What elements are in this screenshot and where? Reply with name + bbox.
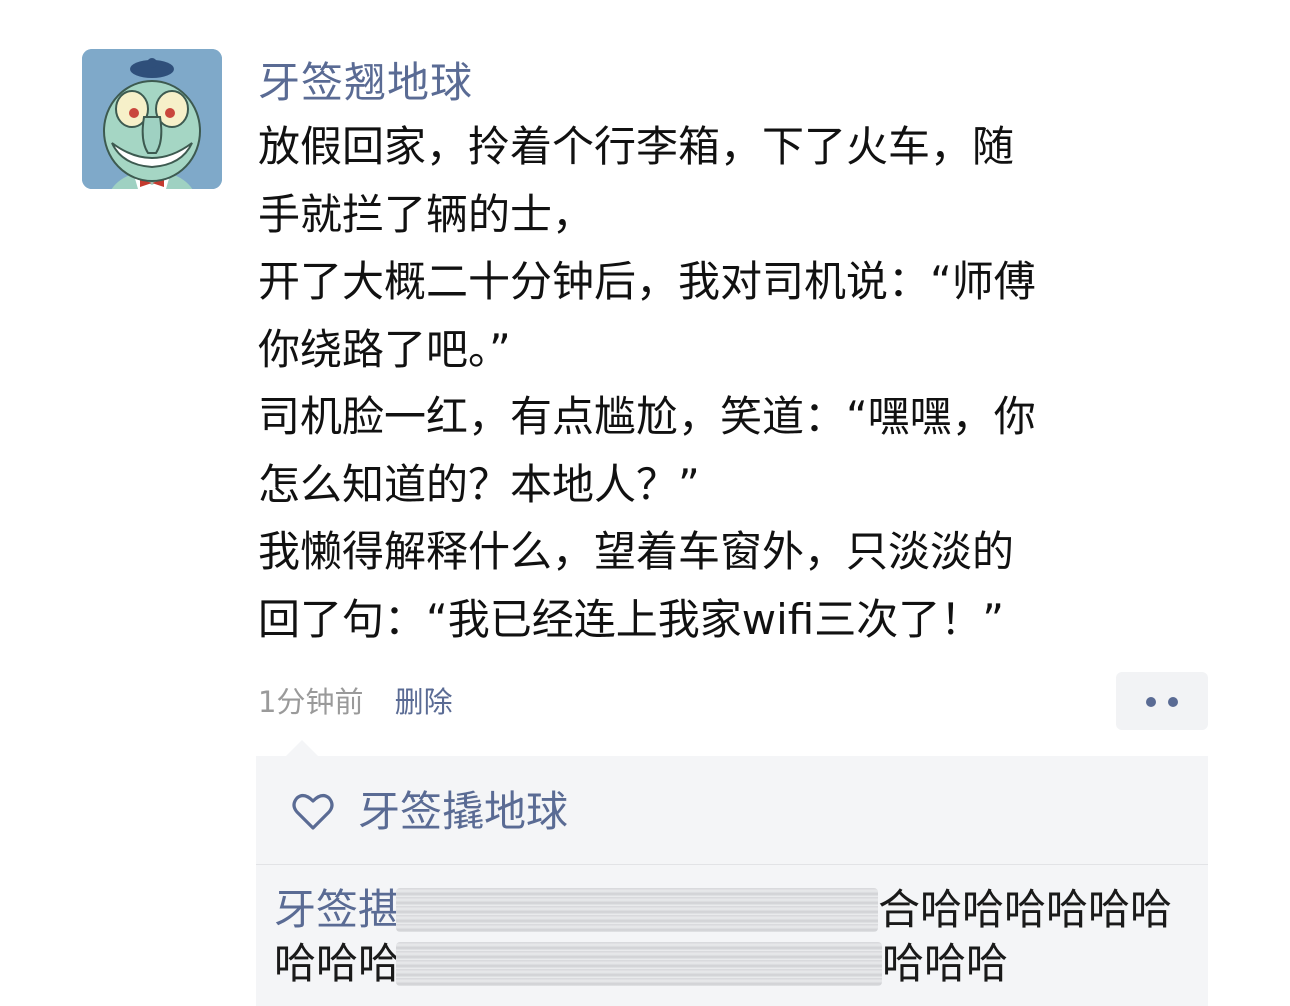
divider <box>256 864 1208 865</box>
more-dots-icon <box>1168 697 1178 707</box>
post-line: 怎么知道的？本地人？” <box>258 459 700 509</box>
comment-text: 哈哈哈 <box>882 939 1009 988</box>
comment-author[interactable]: 牙签揕 <box>274 884 400 936</box>
squidward-avatar-icon <box>82 49 222 189</box>
comment-panel-caret <box>286 740 318 756</box>
post-line: 手就拦了辆的士， <box>258 189 595 239</box>
post-time: 1分钟前 <box>258 685 364 719</box>
redacted-blur <box>396 888 878 932</box>
liker-name[interactable]: 牙签撬地球 <box>358 784 568 840</box>
post-username[interactable]: 牙签翘地球 <box>258 58 473 108</box>
more-button[interactable] <box>1116 672 1208 730</box>
redacted-blur <box>396 942 882 986</box>
comment-text: 合哈哈哈哈哈哈 <box>878 885 1173 934</box>
post-meta: 1分钟前 删除 <box>258 682 453 722</box>
heart-outline-icon <box>292 794 334 830</box>
post-line: 回了句：“我已经连上我家wifi三次了！” <box>258 594 1004 644</box>
avatar[interactable] <box>82 49 222 189</box>
post-line: 司机脸一红，有点尴尬，笑道：“嘿嘿，你 <box>258 392 1036 441</box>
post-line: 开了大概二十分钟后，我对司机说：“师傅 <box>258 257 1036 306</box>
more-dots-icon <box>1146 697 1156 707</box>
post-content: 放假回家，拎着个行李箱，下了火车，随 手就拦了辆的士， 开了大概二十分钟后，我对… <box>258 113 1128 653</box>
post-line: 你绕路了吧。” <box>258 324 511 374</box>
post-line: 放假回家，拎着个行李箱，下了火车，随 <box>258 122 1015 171</box>
likes-row: 牙签撬地球 <box>292 784 568 840</box>
delete-link[interactable]: 删除 <box>395 685 453 719</box>
comment-text: 哈哈哈 <box>274 939 401 988</box>
post-line: 我懒得解释什么，望着车窗外，只淡淡的 <box>258 527 1015 576</box>
comment-panel: 牙签撬地球 牙签揕 合哈哈哈哈哈哈 哈哈哈 哈哈哈 <box>256 756 1208 1006</box>
